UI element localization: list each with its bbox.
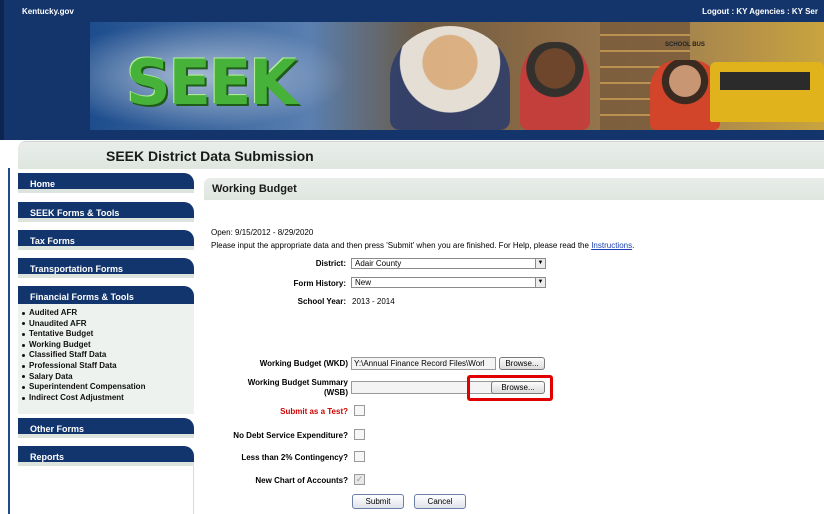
school-year-label: School Year: <box>297 297 346 306</box>
student-photo <box>520 42 590 130</box>
page-title: SEEK District Data Submission <box>106 148 314 164</box>
submenu-item[interactable]: Tentative Budget <box>22 329 194 340</box>
financial-submenu: Audited AFR Unaudited AFR Tentative Budg… <box>18 304 194 414</box>
submenu-item[interactable]: Professional Staff Data <box>22 361 194 372</box>
submenu-item[interactable]: Salary Data <box>22 372 194 383</box>
school-year-value: 2013 - 2014 <box>352 297 395 306</box>
bullet-icon <box>22 364 25 368</box>
no-debt-label: No Debt Service Expenditure? <box>233 431 348 440</box>
submenu-item[interactable]: Working Budget <box>22 340 194 351</box>
sidebar-item-label: Other Forms <box>30 424 85 434</box>
submenu-item[interactable]: Superintendent Compensation <box>22 382 194 393</box>
wsb-label-suffix: (WSB) <box>324 388 348 397</box>
top-bar: Kentucky.gov Logout : KY Agencies : KY S… <box>0 0 824 22</box>
no-debt-checkbox[interactable] <box>354 429 365 440</box>
sidebar-item-label: Reports <box>30 452 65 462</box>
seek-logo: SEEK <box>126 46 297 119</box>
submit-button[interactable]: Submit <box>352 494 404 509</box>
instructions-link[interactable]: Instructions <box>591 241 632 250</box>
bullet-icon <box>22 396 25 400</box>
sidebar-item-home[interactable]: Home <box>18 173 194 193</box>
school-bus-photo <box>710 62 824 122</box>
highlight-box <box>467 375 553 401</box>
submenu-item[interactable]: Unaudited AFR <box>22 319 194 330</box>
wkd-browse-button[interactable]: Browse... <box>499 357 545 370</box>
submit-test-checkbox[interactable] <box>354 405 365 416</box>
bullet-icon <box>22 354 25 358</box>
chart-accounts-checkbox[interactable]: ✓ <box>354 474 365 485</box>
cancel-button[interactable]: Cancel <box>414 494 466 509</box>
checkmark-icon: ✓ <box>355 474 364 484</box>
bullet-icon <box>22 385 25 389</box>
instructions-text: Please input the appropriate data and th… <box>211 241 635 250</box>
form-header: Working Budget <box>204 178 824 200</box>
site-link[interactable]: Kentucky.gov <box>22 7 74 16</box>
wkd-file-input[interactable]: Y:\Annual Finance Record Files\Worl <box>351 357 496 370</box>
top-right-links[interactable]: Logout : KY Agencies : KY Ser <box>702 7 818 16</box>
bullet-icon <box>22 343 25 347</box>
sidebar-item-reports[interactable]: Reports <box>18 446 194 466</box>
submenu-item[interactable]: Classified Staff Data <box>22 350 194 361</box>
form-title: Working Budget <box>212 183 297 195</box>
sidebar-item-financial-forms[interactable]: Financial Forms & Tools <box>18 286 194 306</box>
sidebar-item-transportation-forms[interactable]: Transportation Forms <box>18 258 194 278</box>
contingency-checkbox[interactable] <box>354 451 365 462</box>
sidebar-item-label: Home <box>30 179 56 189</box>
sidebar-item-label: SEEK Forms & Tools <box>30 208 120 218</box>
sidebar-item-seek-forms[interactable]: SEEK Forms & Tools <box>18 202 194 222</box>
sidebar-item-label: Tax Forms <box>30 236 75 246</box>
contingency-label: Less than 2% Contingency? <box>241 453 348 462</box>
bullet-icon <box>22 332 25 336</box>
district-label: District: <box>315 259 346 268</box>
chevron-down-icon[interactable]: ▼ <box>535 278 545 287</box>
sidebar-item-label: Financial Forms & Tools <box>30 292 134 302</box>
form-history-label: Form History: <box>293 279 346 288</box>
bullet-icon <box>22 322 25 326</box>
chevron-down-icon[interactable]: ▼ <box>535 259 545 268</box>
wkd-label: Working Budget (WKD) <box>259 359 348 368</box>
student-photo <box>390 26 510 130</box>
bullet-icon <box>22 375 25 379</box>
sidebar-item-tax-forms[interactable]: Tax Forms <box>18 230 194 250</box>
form-history-select[interactable]: New ▼ <box>351 277 546 288</box>
bullet-icon <box>22 311 25 315</box>
chart-accounts-label: New Chart of Accounts? <box>255 476 348 485</box>
submit-test-label: Submit as a Test? <box>280 407 348 416</box>
wsb-label: Working Budget Summary <box>247 378 348 387</box>
submenu-item[interactable]: Audited AFR <box>22 308 194 319</box>
open-dates: Open: 9/15/2012 - 8/29/2020 <box>211 228 314 237</box>
sidebar: Home SEEK Forms & Tools Tax Forms Transp… <box>18 173 194 514</box>
submenu-item[interactable]: Indirect Cost Adjustment <box>22 393 194 404</box>
bus-label: SCHOOL BUS <box>665 42 705 48</box>
district-select[interactable]: Adair County ▼ <box>351 258 546 269</box>
sidebar-item-other-forms[interactable]: Other Forms <box>18 418 194 438</box>
title-bar: SEEK District Data Submission <box>18 141 824 169</box>
sidebar-item-label: Transportation Forms <box>30 264 124 274</box>
